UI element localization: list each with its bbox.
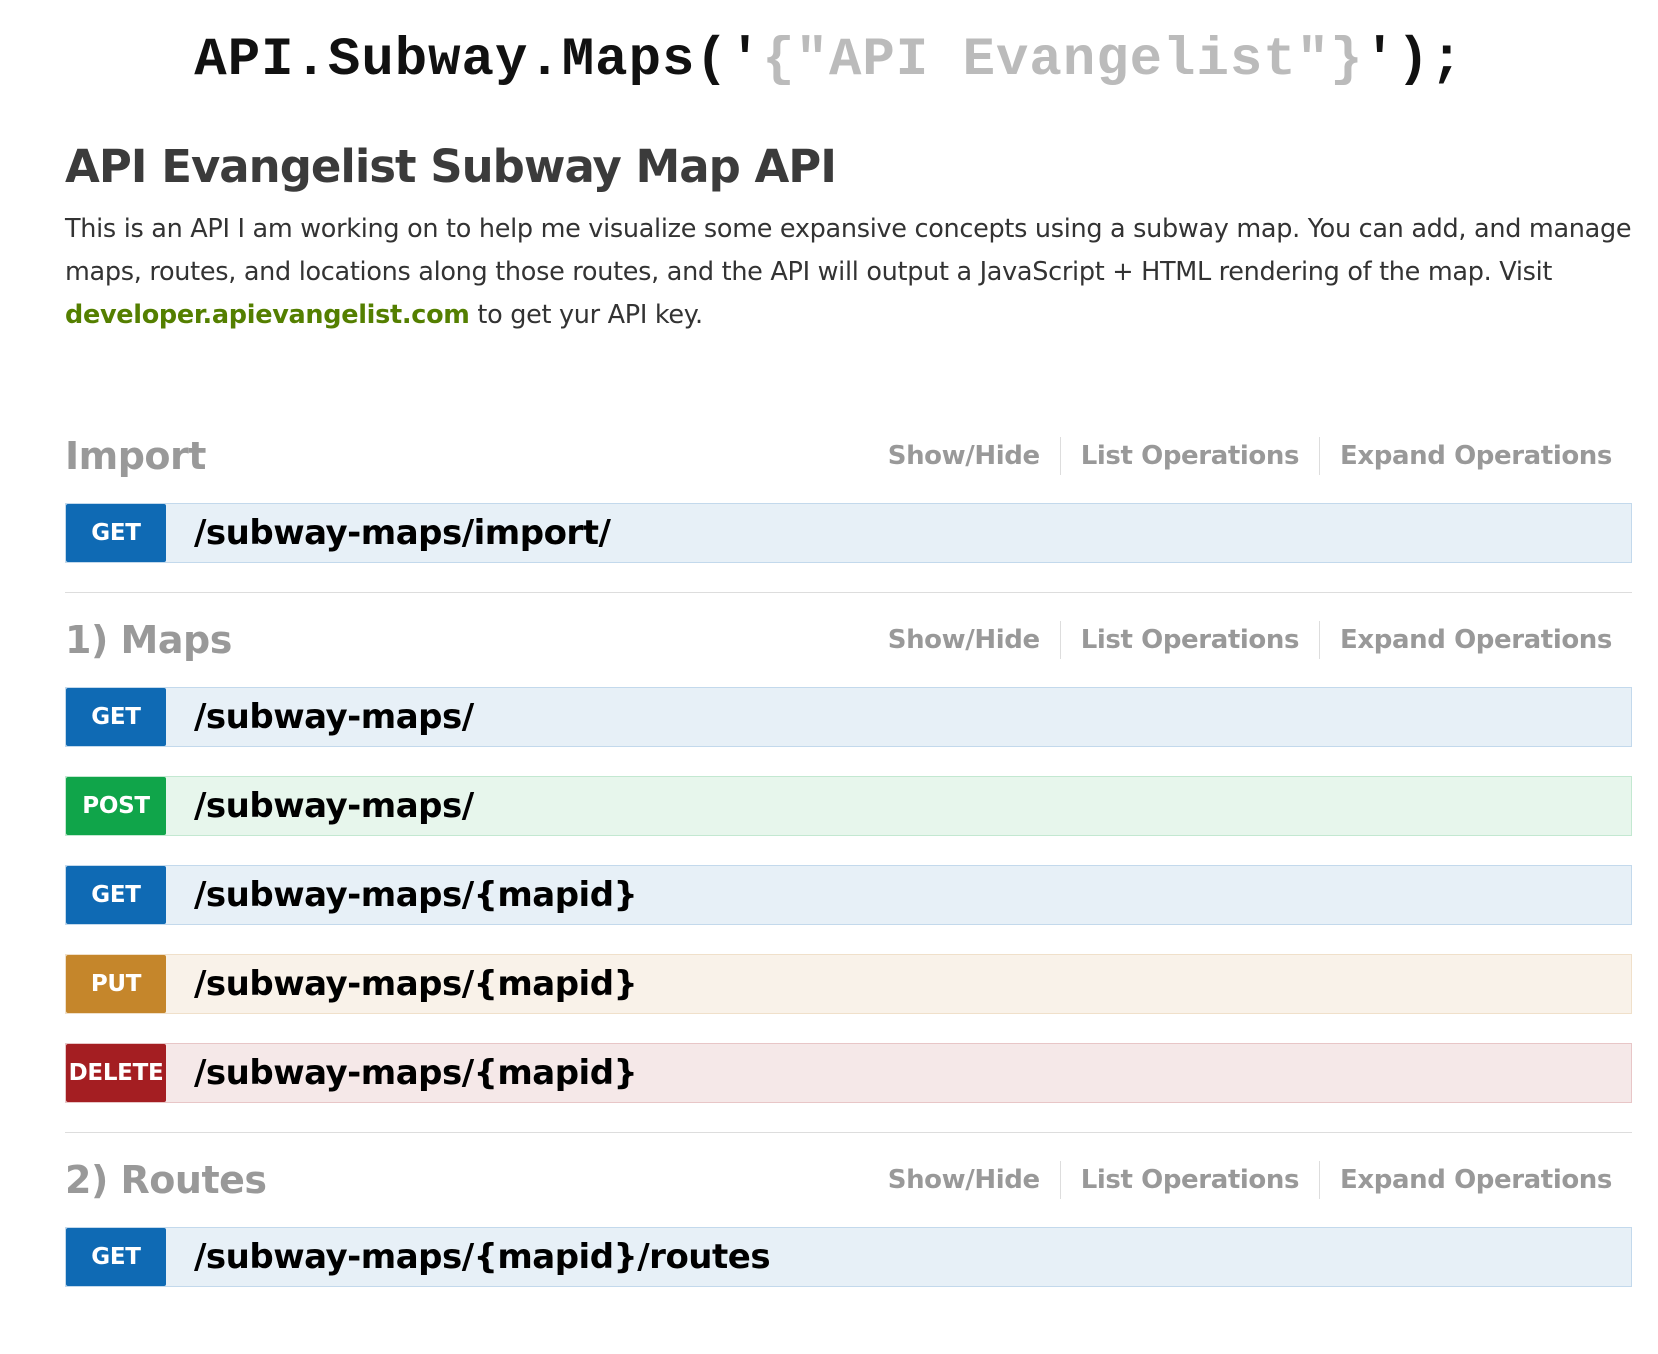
method-badge-get[interactable]: GET (66, 866, 166, 924)
resource-title[interactable]: 2) Routes (65, 1158, 267, 1202)
description-text-end: to get yur API key. (469, 300, 703, 330)
operation-path[interactable]: /subway-maps/{mapid} (166, 955, 638, 1013)
expand-operations-link[interactable]: Expand Operations (1320, 625, 1612, 655)
operation-path[interactable]: /subway-maps/ (166, 777, 474, 835)
api-logo: API.Subway.Maps('{"API Evangelist"}'); (0, 30, 1658, 91)
expand-operations-link[interactable]: Expand Operations (1320, 441, 1612, 471)
operation-get-maps[interactable]: GET /subway-maps/ (65, 687, 1632, 747)
operation-get-import[interactable]: GET /subway-maps/import/ (65, 503, 1632, 563)
operation-path[interactable]: /subway-maps/{mapid}/routes (166, 1228, 771, 1286)
logo-prefix: API.Subway.Maps(' (194, 30, 763, 91)
operation-get-map-by-id[interactable]: GET /subway-maps/{mapid} (65, 865, 1632, 925)
operation-post-maps[interactable]: POST /subway-maps/ (65, 776, 1632, 836)
resource-header: Import Show/Hide List Operations Expand … (65, 409, 1632, 503)
list-operations-link[interactable]: List Operations (1061, 625, 1319, 655)
operation-put-map-by-id[interactable]: PUT /subway-maps/{mapid} (65, 954, 1632, 1014)
resource-title[interactable]: Import (65, 434, 206, 478)
method-badge-get[interactable]: GET (66, 1228, 166, 1286)
resource-actions: Show/Hide List Operations Expand Operati… (868, 1161, 1612, 1199)
expand-operations-link[interactable]: Expand Operations (1320, 1165, 1612, 1195)
resource-actions: Show/Hide List Operations Expand Operati… (868, 621, 1612, 659)
resource-routes: 2) Routes Show/Hide List Operations Expa… (65, 1133, 1632, 1287)
show-hide-link[interactable]: Show/Hide (868, 1165, 1060, 1195)
resource-title[interactable]: 1) Maps (65, 618, 232, 662)
list-operations-link[interactable]: List Operations (1061, 441, 1319, 471)
logo-argument: {"API Evangelist"} (762, 30, 1364, 91)
resource-maps: 1) Maps Show/Hide List Operations Expand… (65, 593, 1632, 1133)
method-badge-post[interactable]: POST (66, 777, 166, 835)
developer-portal-link[interactable]: developer.apievangelist.com (65, 300, 470, 330)
operation-delete-map-by-id[interactable]: DELETE /subway-maps/{mapid} (65, 1043, 1632, 1103)
method-badge-put[interactable]: PUT (66, 955, 166, 1013)
logo-suffix: '); (1363, 30, 1464, 91)
resource-header: 2) Routes Show/Hide List Operations Expa… (65, 1133, 1632, 1227)
method-badge-get[interactable]: GET (66, 504, 166, 562)
show-hide-link[interactable]: Show/Hide (868, 441, 1060, 471)
description-text: This is an API I am working on to help m… (65, 214, 1632, 287)
api-description: This is an API I am working on to help m… (65, 208, 1632, 337)
method-badge-delete[interactable]: DELETE (66, 1044, 166, 1102)
page-title: API Evangelist Subway Map API (65, 140, 837, 193)
operation-get-routes[interactable]: GET /subway-maps/{mapid}/routes (65, 1227, 1632, 1287)
resource-import: Import Show/Hide List Operations Expand … (65, 409, 1632, 593)
operation-path[interactable]: /subway-maps/ (166, 688, 474, 746)
resource-header: 1) Maps Show/Hide List Operations Expand… (65, 593, 1632, 687)
list-operations-link[interactable]: List Operations (1061, 1165, 1319, 1195)
operation-path[interactable]: /subway-maps/{mapid} (166, 866, 638, 924)
resource-actions: Show/Hide List Operations Expand Operati… (868, 437, 1612, 475)
method-badge-get[interactable]: GET (66, 688, 166, 746)
api-container: API Evangelist Subway Map API This is an… (65, 140, 1632, 1316)
operation-path[interactable]: /subway-maps/import/ (166, 504, 611, 562)
show-hide-link[interactable]: Show/Hide (868, 625, 1060, 655)
operation-path[interactable]: /subway-maps/{mapid} (166, 1044, 638, 1102)
